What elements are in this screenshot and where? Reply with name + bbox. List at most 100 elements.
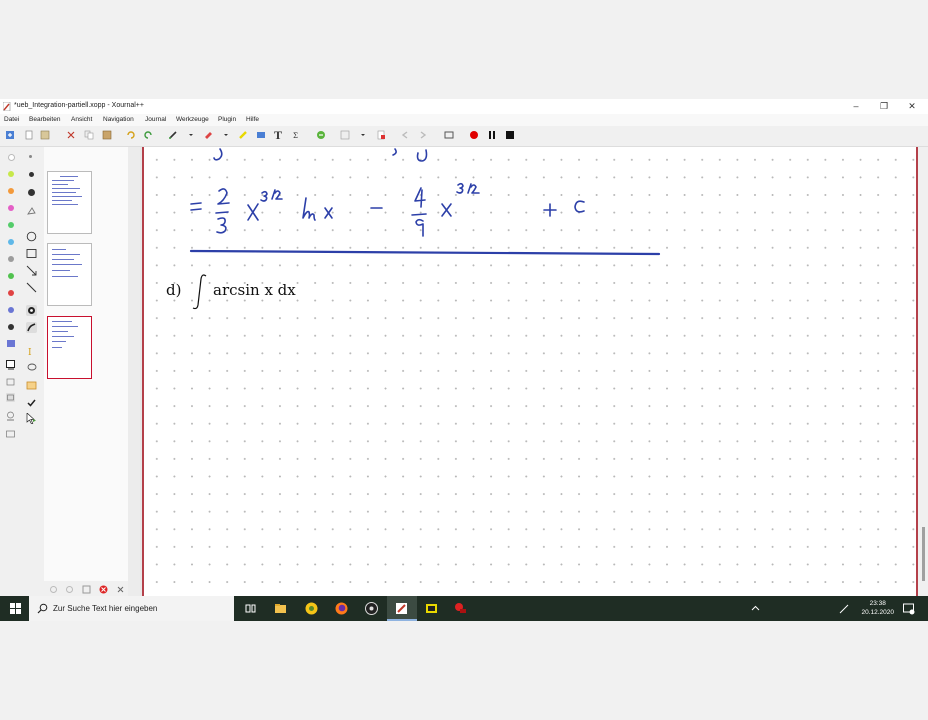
menu-journal[interactable]: Journal [145,116,166,123]
save-document-icon[interactable] [40,130,50,140]
show-hidden-icons-icon[interactable] [749,602,762,615]
eraser-tool-icon[interactable] [203,130,213,140]
insert-page-icon[interactable] [340,130,350,140]
taskbar-search-box[interactable]: Zur Suche Text hier eingeben [29,596,234,621]
draw-line-icon[interactable] [26,282,37,293]
menu-bearbeiten[interactable]: Bearbeiten [29,116,60,123]
rect-select-icon[interactable] [26,380,37,391]
obs-studio-icon[interactable] [365,602,378,615]
firefox-icon[interactable] [335,602,348,615]
panel-splitter[interactable] [128,147,140,598]
search-icon [37,603,48,614]
menu-hilfe[interactable]: Hilfe [246,116,259,123]
pause-icon[interactable] [487,130,497,140]
presentation-app-icon[interactable] [454,602,467,615]
thin-stroke-icon[interactable] [29,155,32,158]
fullscreen-icon[interactable] [444,130,454,140]
hand-tool-icon[interactable] [5,376,16,387]
medium-stroke-icon[interactable] [29,172,34,177]
paste-icon[interactable] [102,130,112,140]
thick-stroke-icon[interactable] [28,189,35,196]
pen-tool-icon[interactable] [168,130,178,140]
menu-ansicht[interactable]: Ansicht [71,116,92,123]
color-black-icon[interactable] [8,324,14,330]
lasso-select-icon[interactable] [26,363,37,374]
play-object-icon[interactable] [5,410,16,421]
menu-plugin[interactable]: Plugin [218,116,236,123]
file-explorer-icon[interactable] [274,602,287,615]
svg-text:I: I [28,348,32,357]
pen-dropdown-icon[interactable] [186,130,196,140]
delete-page-icon[interactable] [376,130,386,140]
task-view-icon[interactable] [244,602,257,615]
menu-werkzeuge[interactable]: Werkzeuge [176,116,209,123]
xournal-app-icon [3,102,11,111]
spline-icon[interactable] [26,322,37,333]
color-yellow-green-icon[interactable] [8,171,14,177]
scrollbar-thumb[interactable] [922,527,925,581]
copy-page-icon[interactable] [81,584,92,595]
latex-tool-icon[interactable]: Σ [292,130,302,140]
copy-icon[interactable] [84,130,94,140]
menu-bar: Datei Bearbeiten Ansicht Navigation Jour… [0,114,928,126]
record-audio-icon[interactable] [469,130,479,140]
image-tool-icon[interactable] [256,130,266,140]
delete-page-button-icon[interactable] [98,584,109,595]
document-page[interactable]: d) arcsin x dx [142,147,918,596]
notifications-icon[interactable] [902,602,915,615]
next-page-icon[interactable] [418,130,428,140]
color-blue-icon[interactable] [8,307,14,313]
close-preview-icon[interactable] [115,584,126,595]
color-orange-icon[interactable] [8,188,14,194]
page-thumbnail-2[interactable] [47,243,92,306]
left-tool-panel: I [0,147,100,597]
restore-icon[interactable]: ❐ [876,100,892,113]
ruler-icon[interactable] [26,305,37,316]
xournal-taskbar-button[interactable] [387,596,417,621]
fill-icon[interactable] [26,206,37,217]
audio-tool-icon[interactable] [5,428,16,439]
cut-icon[interactable] [66,130,76,140]
move-page-down-icon[interactable] [64,584,75,595]
pen-tray-icon[interactable] [838,602,851,615]
redo-icon[interactable] [143,130,153,140]
camtasia-icon[interactable] [425,602,438,615]
previous-page-icon[interactable] [400,130,410,140]
menu-datei[interactable]: Datei [4,116,19,123]
color-red-icon[interactable] [8,290,14,296]
eraser-dropdown-icon[interactable] [221,130,231,140]
new-document-icon[interactable] [5,130,15,140]
color-white-icon[interactable] [8,154,15,161]
shape-recognizer-icon[interactable] [316,130,326,140]
xournal-taskbar-icon [396,603,407,614]
color-green-icon[interactable] [8,222,14,228]
taskbar-clock[interactable]: 23:38 20.12.2020 [861,599,894,617]
color-magenta-icon[interactable] [8,205,14,211]
color-light-blue-icon[interactable] [8,239,14,245]
page-view-icon[interactable] [5,359,16,370]
vertical-space-icon[interactable] [5,392,16,403]
minimize-icon[interactable]: – [848,100,864,113]
select-text-icon[interactable]: I [26,346,37,357]
draw-arrow-icon[interactable] [26,265,37,276]
draw-ellipse-icon[interactable] [26,231,37,242]
app-yellow-circle-icon[interactable] [305,602,318,615]
vertical-scrollbar[interactable] [918,147,928,598]
color-bright-green-icon[interactable] [8,273,14,279]
stop-icon[interactable] [505,130,515,140]
highlighter-tool-icon[interactable] [238,130,248,140]
draw-rectangle-icon[interactable] [26,248,37,259]
check-icon[interactable] [26,397,37,408]
open-document-icon[interactable] [24,130,34,140]
page-thumbnail-3[interactable] [47,316,92,379]
windows-start-icon[interactable] [10,603,21,614]
page-thumbnail-1[interactable] [47,171,92,234]
color-custom-icon[interactable] [7,340,15,347]
undo-icon[interactable] [126,130,136,140]
insert-page-dropdown-icon[interactable] [358,130,368,140]
color-gray-icon[interactable] [8,256,14,262]
text-tool-icon[interactable]: T [274,128,284,142]
menu-navigation[interactable]: Navigation [103,116,134,123]
close-icon[interactable]: ✕ [904,100,920,113]
move-page-up-icon[interactable] [48,584,59,595]
